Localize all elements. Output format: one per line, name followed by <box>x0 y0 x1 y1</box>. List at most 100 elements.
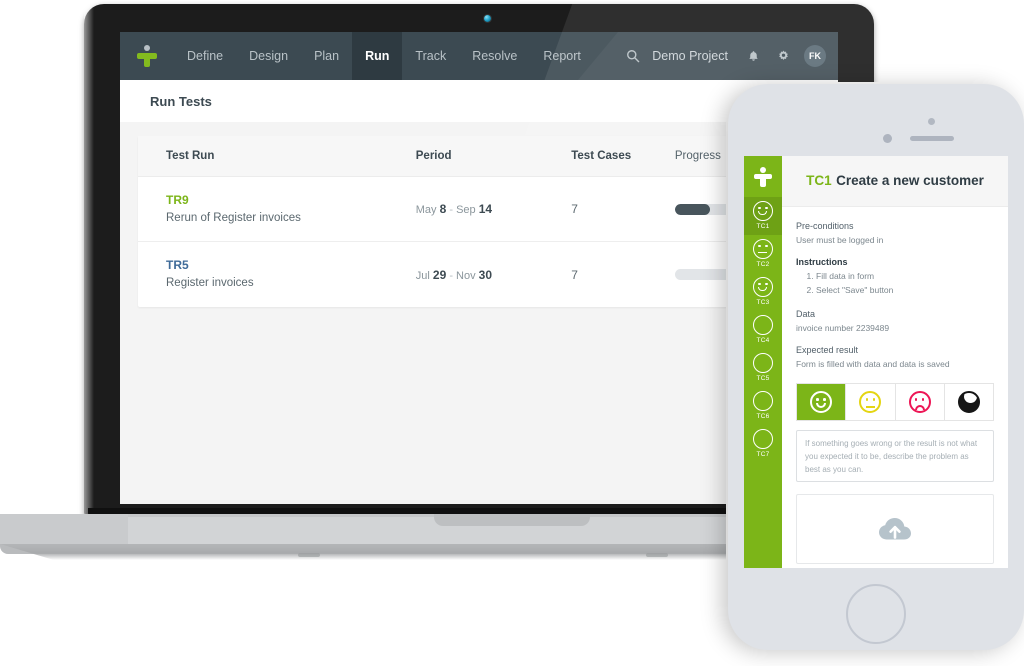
result-warning-button[interactable] <box>846 384 896 421</box>
column-header-test-run: Test Run <box>138 136 416 177</box>
laptop-webcam-icon <box>484 15 491 22</box>
instruction-item: Select "Save" button <box>816 284 994 298</box>
period-end-day: 30 <box>478 267 493 282</box>
rail-item-label: TC5 <box>756 375 770 382</box>
result-pass-button[interactable] <box>797 384 847 421</box>
instructions-heading: Instructions <box>796 257 848 268</box>
rail-item-label: TC2 <box>756 261 770 268</box>
testlab-logo-icon <box>754 167 772 187</box>
period-end-day: 14 <box>478 202 493 217</box>
period-start-month: Jul <box>415 269 430 282</box>
test-run-cell: TR9 Rerun of Register invoices <box>138 176 416 243</box>
period-end-month: Sep <box>456 204 476 217</box>
phone-body: TC1 Create a new customer Pre-conditions… <box>782 156 1008 568</box>
period-start-day: 29 <box>432 267 447 282</box>
preconditions-text: User must be logged in <box>796 235 884 245</box>
nav-link-define[interactable]: Define <box>174 32 236 80</box>
expected-result-heading: Expected result <box>796 344 859 355</box>
empty-circle-icon <box>753 315 773 335</box>
test-cases-count: 7 <box>571 202 578 217</box>
rail-item-tc5[interactable]: TC5 <box>744 349 782 387</box>
smiley-happy-icon <box>753 201 773 221</box>
phone-camera-icon <box>928 118 935 125</box>
test-run-id[interactable]: TR5 <box>166 256 416 274</box>
avatar[interactable]: FK <box>804 45 826 67</box>
rail-item-tc2[interactable]: TC2 <box>744 235 782 273</box>
rail-item-tc6[interactable]: TC6 <box>744 387 782 425</box>
instructions-list: Fill data in form Select "Save" button <box>816 270 994 297</box>
testlab-logo-icon <box>137 45 157 67</box>
search-icon[interactable] <box>618 41 648 71</box>
test-case-details: Pre-conditions User must be logged in In… <box>782 207 1008 381</box>
smiley-happy-icon <box>753 277 773 297</box>
nav-link-track[interactable]: Track <box>402 32 459 80</box>
cloud-upload-icon <box>879 518 911 540</box>
test-case-header: TC1 Create a new customer <box>782 156 1008 207</box>
rail-item-label: TC3 <box>756 299 770 306</box>
laptop-lid-highlight <box>84 4 94 518</box>
navbar-actions: Demo Project FK <box>618 41 838 71</box>
nav-link-report[interactable]: Report <box>530 32 594 80</box>
page-title: Run Tests <box>150 93 212 109</box>
rail-item-label: TC6 <box>756 413 770 420</box>
gear-icon[interactable] <box>768 41 798 71</box>
period-start-day: 8 <box>439 202 447 217</box>
phone-home-button[interactable] <box>846 584 906 644</box>
test-cases-count: 7 <box>571 267 578 282</box>
blocked-icon <box>957 391 980 414</box>
result-blocked-button[interactable] <box>944 384 993 421</box>
data-text: invoice number 2239489 <box>796 322 890 333</box>
laptop-base-notch <box>434 514 590 526</box>
test-run-id[interactable]: TR9 <box>166 191 416 209</box>
test-runs-card: Test Run Period Test Cases Progress TR9 … <box>138 136 820 307</box>
rail-item-tc4[interactable]: TC4 <box>744 311 782 349</box>
test-case-rail: TC1 TC2 TC3 TC4 TC5 TC6 TC7 <box>744 156 782 568</box>
column-header-period: Period <box>415 136 572 177</box>
rail-item-label: TC4 <box>756 337 770 344</box>
app-navbar: Define Design Plan Run Track Resolve Rep… <box>120 32 838 80</box>
nav-link-run[interactable]: Run <box>352 32 403 80</box>
bell-icon[interactable] <box>738 41 768 71</box>
period-cell: Jul 29 - Nov 30 <box>416 242 571 307</box>
table-row[interactable]: TR9 Rerun of Register invoices May 8 - S… <box>138 176 820 243</box>
section-expected-result: Expected result Form is filled with data… <box>796 345 994 370</box>
comment-input[interactable]: If something goes wrong or the result is… <box>796 430 994 483</box>
project-name[interactable]: Demo Project <box>652 49 728 63</box>
rail-item-tc7[interactable]: TC7 <box>744 425 782 463</box>
nav-link-plan[interactable]: Plan <box>301 32 352 80</box>
empty-circle-icon <box>753 429 773 449</box>
empty-circle-icon <box>753 391 773 411</box>
table-header-row: Test Run Period Test Cases Progress <box>138 136 820 177</box>
smiley-neutral-icon <box>859 391 882 414</box>
table-row[interactable]: TR5 Register invoices Jul 29 - Nov 30 7 <box>138 242 820 307</box>
test-run-description: Rerun of Register invoices <box>166 212 301 224</box>
expected-result-text: Form is filled with data and data is sav… <box>796 358 950 369</box>
rail-item-tc1[interactable]: TC1 <box>744 197 782 235</box>
smiley-happy-icon <box>810 391 833 414</box>
section-instructions: Instructions Fill data in form Select "S… <box>796 257 994 297</box>
period-end-month: Nov <box>456 269 476 282</box>
data-heading: Data <box>796 308 816 319</box>
result-selector <box>796 383 994 422</box>
test-case-title: Create a new customer <box>836 173 984 188</box>
phone-screen: TC1 TC2 TC3 TC4 TC5 TC6 TC7 TC1 Create a… <box>744 156 1008 568</box>
test-case-id: TC1 <box>806 173 832 188</box>
phone-device: TC1 TC2 TC3 TC4 TC5 TC6 TC7 TC1 Create a… <box>728 84 1024 650</box>
laptop-foot-left <box>298 553 320 557</box>
laptop-base-left <box>0 514 128 544</box>
section-preconditions: Pre-conditions User must be logged in <box>796 221 994 246</box>
column-header-test-cases: Test Cases <box>571 136 675 177</box>
laptop-foot-right <box>646 553 668 557</box>
section-data: Data invoice number 2239489 <box>796 309 994 334</box>
nav-link-design[interactable]: Design <box>236 32 301 80</box>
test-run-description: Register invoices <box>166 277 254 290</box>
smiley-neutral-icon <box>753 239 773 259</box>
result-fail-button[interactable] <box>895 384 945 421</box>
test-cases-cell: 7 <box>571 176 675 243</box>
app-logo[interactable] <box>120 45 174 67</box>
attachment-upload-area[interactable] <box>796 494 994 565</box>
period-value: Jul 29 - Nov 30 <box>415 267 493 282</box>
phone-speaker <box>910 136 954 141</box>
nav-link-resolve[interactable]: Resolve <box>459 32 530 80</box>
rail-item-tc3[interactable]: TC3 <box>744 273 782 311</box>
